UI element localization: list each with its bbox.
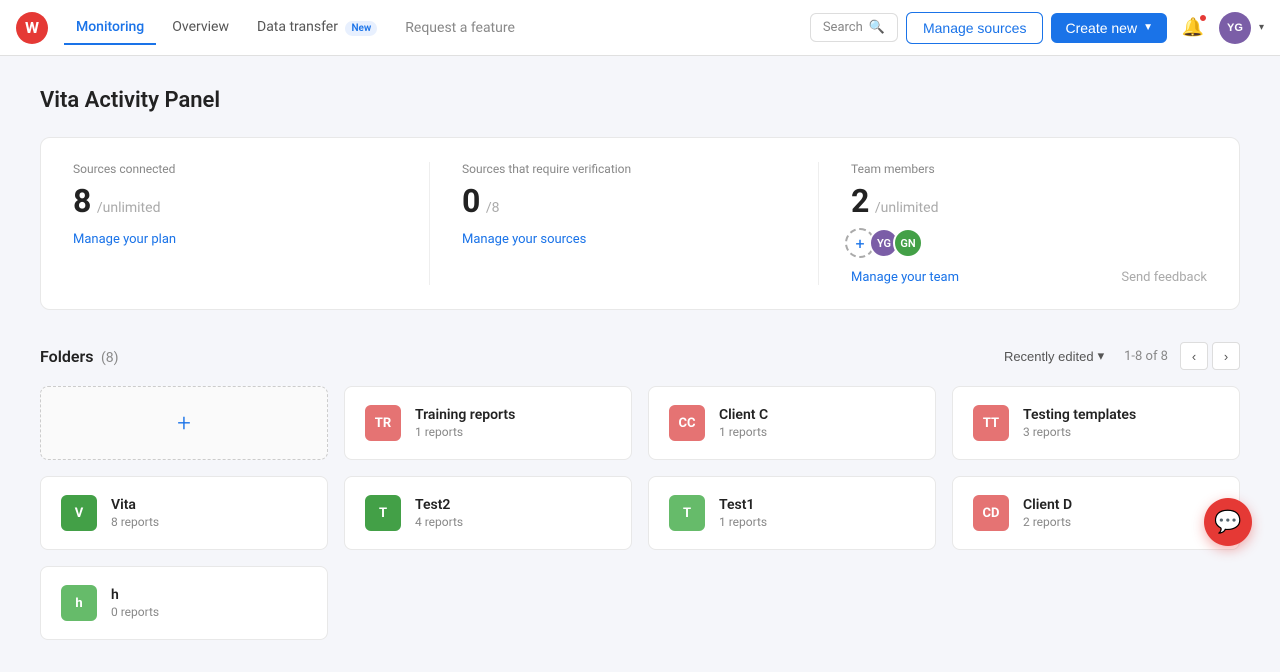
sources-verification-unit: /8 [486,200,500,216]
folder-card-testing-templates[interactable]: TT Testing templates 3 reports [952,386,1240,460]
folder-name-cd: Client D [1023,497,1072,513]
folder-name-h: h [111,587,159,603]
folders-count: (8) [101,350,119,366]
folders-grid: + TR Training reports 1 reports CC Clien… [40,386,1240,640]
sources-verification-label: Sources that require verification [462,162,786,176]
folder-name-cc: Client C [719,407,768,423]
members-avatars: + YG GN [851,228,1175,258]
folder-card-training-reports[interactable]: TR Training reports 1 reports [344,386,632,460]
sources-connected-value: 8 [73,182,91,220]
folder-card-client-d[interactable]: CD Client D 2 reports [952,476,1240,550]
team-members-value: 2 [851,182,869,220]
folder-name-test2: Test2 [415,497,463,513]
team-members-label: Team members [851,162,1175,176]
folder-badge-h: h [61,585,97,621]
pagination-arrows: ‹ › [1180,342,1240,370]
folder-reports-tt: 3 reports [1023,425,1136,439]
chevron-down-icon: ▾ [1098,348,1105,364]
sources-connected-unit: /unlimited [97,200,161,216]
search-icon: 🔍 [869,20,885,35]
create-new-button[interactable]: Create new ▼ [1051,13,1167,43]
brand-logo[interactable]: W [16,12,48,44]
folder-reports-tr: 1 reports [415,425,515,439]
folder-reports-vita: 8 reports [111,515,159,529]
notification-dot [1199,14,1207,22]
folder-card-h[interactable]: h h 0 reports [40,566,328,640]
nav-tab-monitoring[interactable]: Monitoring [64,11,156,45]
team-members-unit: /unlimited [875,200,939,216]
user-avatar-button[interactable]: YG [1219,12,1251,44]
folder-card-vita[interactable]: V Vita 8 reports [40,476,328,550]
folder-card-client-c[interactable]: CC Client C 1 reports [648,386,936,460]
sources-verification-value: 0 [462,182,480,220]
chevron-down-icon: ▼ [1143,22,1153,33]
notifications-button[interactable]: 🔔 [1175,10,1211,46]
folder-card-test2[interactable]: T Test2 4 reports [344,476,632,550]
new-folder-card[interactable]: + [40,386,328,460]
nav-tab-overview[interactable]: Overview [160,11,241,45]
folder-name-tt: Testing templates [1023,407,1136,423]
folder-name-test1: Test1 [719,497,767,513]
folder-name-tr: Training reports [415,407,515,423]
folder-reports-h: 0 reports [111,605,159,619]
folder-reports-cc: 1 reports [719,425,768,439]
next-page-button[interactable]: › [1212,342,1240,370]
navbar: W Monitoring Overview Data transfer New … [0,0,1280,56]
user-menu-chevron[interactable]: ▾ [1259,22,1264,33]
manage-sources-button[interactable]: Manage sources [906,12,1044,44]
folder-reports-cd: 2 reports [1023,515,1072,529]
folder-badge-cd: CD [973,495,1009,531]
request-feature-link[interactable]: Request a feature [393,12,527,44]
nav-tabs: Monitoring Overview Data transfer New Re… [64,11,810,45]
nav-right: Search 🔍 Manage sources Create new ▼ 🔔 Y… [810,10,1264,46]
stat-sources-connected: Sources connected 8 /unlimited Manage yo… [73,162,429,285]
folder-badge-cc: CC [669,405,705,441]
main-content: Vita Activity Panel Sources connected 8 … [0,56,1280,672]
send-feedback-link[interactable]: Send feedback [1121,270,1207,285]
folder-reports-test2: 4 reports [415,515,463,529]
member-avatar-gn: GN [893,228,923,258]
manage-plan-link[interactable]: Manage your plan [73,232,397,247]
folder-card-test1[interactable]: T Test1 1 reports [648,476,936,550]
folder-badge-test1: T [669,495,705,531]
folders-controls: Recently edited ▾ 1-8 of 8 ‹ › [996,342,1240,370]
folders-header: Folders (8) Recently edited ▾ 1-8 of 8 ‹… [40,342,1240,370]
new-badge: New [345,21,377,36]
stat-sources-verification: Sources that require verification 0 /8 M… [429,162,818,285]
folder-badge-tr: TR [365,405,401,441]
chat-icon: 💬 [1214,509,1241,535]
stat-team-members: Team members 2 /unlimited + YG GN Manage… [818,162,1207,285]
manage-sources-link[interactable]: Manage your sources [462,232,786,247]
folder-badge-v: V [61,495,97,531]
folder-name-vita: Vita [111,497,159,513]
page-title: Vita Activity Panel [40,88,1240,113]
folder-badge-tt: TT [973,405,1009,441]
folder-badge-test2: T [365,495,401,531]
folder-reports-test1: 1 reports [719,515,767,529]
prev-page-button[interactable]: ‹ [1180,342,1208,370]
folders-title: Folders [40,347,93,366]
sources-connected-label: Sources connected [73,162,397,176]
search-box[interactable]: Search 🔍 [810,13,898,42]
fab-chat-button[interactable]: 💬 [1204,498,1252,546]
sort-button[interactable]: Recently edited ▾ [996,344,1112,368]
plus-icon: + [177,409,191,437]
pagination-info: 1-8 of 8 [1124,349,1168,364]
stats-card: Sources connected 8 /unlimited Manage yo… [40,137,1240,310]
folders-title-group: Folders (8) [40,347,118,366]
nav-tab-data-transfer[interactable]: Data transfer New [245,11,389,45]
